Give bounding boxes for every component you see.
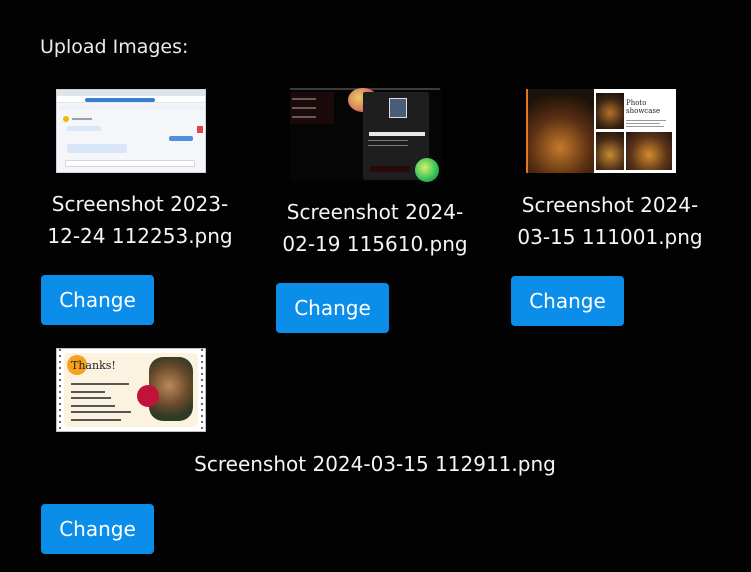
profile-photo <box>389 98 407 118</box>
showcase-text-line <box>626 126 664 127</box>
filename-4: Screenshot 2024-03-15 112911.png <box>194 452 556 476</box>
card-text-line <box>71 383 129 385</box>
card-text-line <box>71 419 121 421</box>
upload-heading: Upload Images: <box>40 36 189 58</box>
profile-detail-line <box>368 145 408 146</box>
accent-edge <box>526 89 528 173</box>
filename-1: Screenshot 2023- 12-24 112253.png <box>47 192 233 248</box>
card-text-line <box>71 391 105 393</box>
image-preview-4: Thanks! <box>56 348 206 432</box>
showcase-text-line <box>626 123 660 124</box>
chat-line <box>72 118 92 120</box>
perforation-left <box>59 349 61 431</box>
decorative-dot-red <box>137 385 159 407</box>
chat-bubble <box>67 144 127 153</box>
showcase-text-line <box>626 120 666 121</box>
image-preview-2 <box>290 88 442 182</box>
burger-photo <box>596 93 624 129</box>
showcase-title: Photo showcase <box>626 99 661 115</box>
nav-item <box>292 116 316 118</box>
burger-photo <box>596 132 624 170</box>
nav-item <box>292 98 316 100</box>
burger-photo-large <box>526 89 594 173</box>
filename-3: Screenshot 2024- 03-15 111001.png <box>517 193 703 249</box>
card-text-line <box>71 405 115 407</box>
perforation-right <box>201 349 203 431</box>
card-text-line <box>71 397 111 399</box>
image-preview-1 <box>56 89 206 173</box>
filename-2: Screenshot 2024- 02-19 115610.png <box>282 200 468 256</box>
change-button-2[interactable]: Change <box>276 283 389 333</box>
notification-badge <box>197 126 203 133</box>
thanks-text: Thanks! <box>71 359 116 372</box>
browser-bookmarks <box>59 105 205 110</box>
card-text-line <box>71 411 131 413</box>
profile-detail-line <box>368 140 408 141</box>
image-preview-3: Photo showcase <box>526 89 676 173</box>
profile-name <box>369 122 425 136</box>
chat-input <box>65 160 195 167</box>
chat-bubble <box>67 126 101 131</box>
change-button-1[interactable]: Change <box>41 275 154 325</box>
profile-button <box>370 166 410 172</box>
change-button-3[interactable]: Change <box>511 276 624 326</box>
change-button-4[interactable]: Change <box>41 504 154 554</box>
browser-url <box>85 98 155 102</box>
nav-item <box>292 107 316 109</box>
burger-photo <box>626 132 672 170</box>
chat-bubble-sent <box>169 136 193 141</box>
chat-avatar <box>63 116 69 122</box>
decorative-orb-green <box>415 158 439 182</box>
